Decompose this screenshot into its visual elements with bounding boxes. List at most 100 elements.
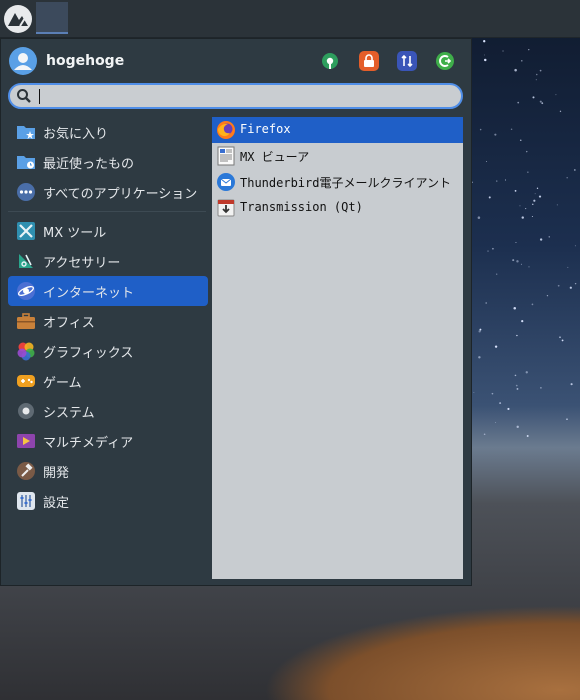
category-mx-tools[interactable]: MX ツール <box>8 216 208 246</box>
category-label: 設定 <box>43 496 70 511</box>
settings-button[interactable] <box>320 51 340 71</box>
category-label: オフィス <box>43 316 95 331</box>
star <box>528 48 530 51</box>
star <box>496 180 498 182</box>
switch-user-icon <box>401 54 413 68</box>
star <box>559 336 561 339</box>
star <box>540 387 542 389</box>
all-apps-icon <box>17 183 35 201</box>
star <box>559 110 562 113</box>
app-item-mx-viewer[interactable]: MX ビューア <box>212 143 463 169</box>
category-label: マルチメディア <box>43 436 134 451</box>
category-internet[interactable]: インターネット <box>8 276 208 306</box>
star <box>538 195 542 198</box>
star <box>496 273 498 275</box>
username: hogehoge <box>46 53 125 69</box>
search-box[interactable] <box>8 83 463 109</box>
accessories-icon <box>19 254 33 268</box>
category-graphics[interactable]: グラフィックス <box>8 336 208 366</box>
lock-button[interactable] <box>359 51 379 71</box>
star <box>556 204 558 206</box>
star <box>561 339 564 342</box>
category-games[interactable]: ゲーム <box>8 366 208 396</box>
app-item-thunderbird[interactable]: Thunderbird電子メールクライアント <box>212 169 463 195</box>
avatar[interactable] <box>9 47 37 75</box>
transmission-icon <box>217 199 235 217</box>
star <box>514 68 517 72</box>
star <box>521 60 523 62</box>
category-all-apps[interactable]: すべてのアプリケーション <box>8 177 208 207</box>
star <box>517 101 520 104</box>
star <box>532 203 534 205</box>
star <box>507 407 510 411</box>
thunderbird-icon <box>217 173 235 191</box>
category-accessories[interactable]: アクセサリー <box>8 246 208 276</box>
app-item-firefox[interactable]: Firefox <box>212 117 463 143</box>
star <box>483 433 486 436</box>
mx-tools-icon <box>17 222 35 240</box>
logout-icon <box>436 52 454 70</box>
star <box>494 345 498 348</box>
category-favorites[interactable]: お気に入り <box>8 117 208 147</box>
switch-user-button[interactable] <box>397 51 417 71</box>
app-label: Transmission (Qt) <box>240 200 363 214</box>
category-development[interactable]: 開発 <box>8 456 208 486</box>
application-menu: hogehoge お気に入り 最近使ったもの すべてのアプリケーション MX ツ… <box>0 38 472 586</box>
star <box>519 205 521 207</box>
star <box>534 193 536 195</box>
panel-window-button[interactable] <box>36 2 68 34</box>
firefox-icon <box>217 121 235 139</box>
star <box>515 384 518 387</box>
star <box>535 73 538 76</box>
search-icon <box>17 89 31 103</box>
star <box>567 266 569 268</box>
app-item-transmission[interactable]: Transmission (Qt) <box>212 195 463 221</box>
category-separator <box>8 211 206 212</box>
star <box>521 216 524 219</box>
star <box>535 79 537 81</box>
system-gear-icon <box>18 403 34 419</box>
logout-button[interactable] <box>435 51 455 71</box>
star <box>485 302 487 304</box>
star <box>566 418 568 420</box>
star <box>526 435 529 437</box>
category-settings[interactable]: 設定 <box>8 486 208 516</box>
star <box>516 387 519 390</box>
star <box>531 303 534 306</box>
category-list: お気に入り 最近使ったもの すべてのアプリケーション MX ツール アクセサリー… <box>8 117 208 516</box>
star <box>495 422 497 423</box>
category-label: 開発 <box>43 466 70 481</box>
star <box>569 286 572 289</box>
search-input[interactable] <box>38 87 452 107</box>
text-caret <box>39 89 40 104</box>
star <box>483 54 485 56</box>
mx-logo-icon[interactable] <box>3 4 33 34</box>
mx-viewer-icon <box>217 146 235 166</box>
star <box>478 330 481 333</box>
graphics-icon <box>17 342 35 361</box>
star <box>510 128 513 131</box>
recent-folder-icon <box>17 156 35 169</box>
category-label: ゲーム <box>43 376 82 391</box>
star <box>539 100 542 103</box>
category-office[interactable]: オフィス <box>8 306 208 336</box>
star <box>566 177 568 179</box>
app-label: MX ビューア <box>240 150 310 164</box>
star <box>525 208 527 210</box>
development-hammer-icon <box>17 462 35 480</box>
star <box>502 50 504 52</box>
star <box>516 334 518 337</box>
user-row: hogehoge <box>9 47 471 77</box>
category-recent[interactable]: 最近使ったもの <box>8 147 208 177</box>
star <box>555 94 557 96</box>
category-multimedia[interactable]: マルチメディア <box>8 426 208 456</box>
category-system[interactable]: システム <box>8 396 208 426</box>
settings-gear-icon <box>322 53 338 69</box>
star <box>525 371 528 374</box>
star <box>528 266 530 268</box>
star <box>473 391 475 393</box>
star <box>478 356 481 359</box>
star <box>516 425 519 429</box>
star <box>486 161 487 163</box>
star <box>570 383 573 386</box>
